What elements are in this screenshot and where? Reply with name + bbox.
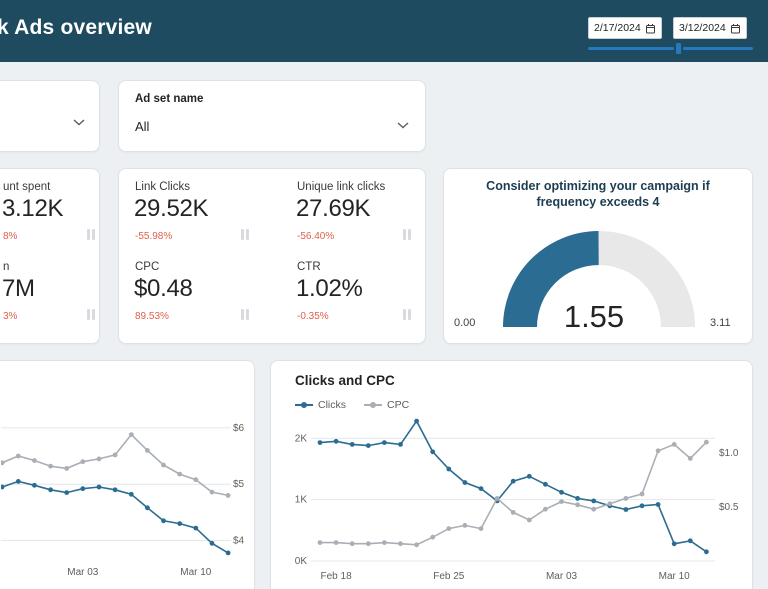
kpi-trend-icon <box>403 309 411 320</box>
gauge-title-line2: frequency exceeds 4 <box>536 195 660 209</box>
gauge-max-label: 3.11 <box>710 317 731 329</box>
date-end-value: 3/12/2024 <box>679 22 726 34</box>
kpi-delta: -0.35% <box>297 311 329 322</box>
filter-dropdown-cropped[interactable] <box>0 80 100 152</box>
kpi-label: Link Clicks <box>135 181 190 193</box>
kpi-trend-icon <box>241 309 249 320</box>
svg-text:Mar 03: Mar 03 <box>67 567 99 578</box>
kpi-label: unt spent <box>3 181 51 193</box>
kpi-trend-icon <box>403 229 411 240</box>
svg-text:$0.5: $0.5 <box>719 502 739 513</box>
dashboard-canvas: k Ads overview 2/17/2024 3/12/2024 Ad se… <box>0 0 768 589</box>
chevron-down-icon[interactable] <box>73 119 85 126</box>
page-title: k Ads overview <box>0 16 152 39</box>
chevron-down-icon[interactable] <box>397 122 409 129</box>
kpi-value: 1.02% <box>296 275 363 302</box>
kpi-label: Unique link clicks <box>297 181 386 193</box>
date-range-slider-track[interactable] <box>588 47 674 50</box>
chart-card-cropped: $6 $5 $4 Mar 03 Mar 10 <box>0 360 255 589</box>
filter-selected-value: All <box>135 119 150 134</box>
filter-dropdown-ad-set[interactable]: Ad set name All <box>118 80 426 152</box>
legend-marker-icon <box>295 402 313 408</box>
gauge-min-label: 0.00 <box>454 317 476 329</box>
date-range-slider-handle[interactable] <box>676 43 681 54</box>
kpi-delta: -55.98% <box>135 231 173 242</box>
svg-text:0K: 0K <box>295 556 308 567</box>
kpi-card-clicks: Link Clicks 29.52K -55.98% Unique link c… <box>118 168 426 344</box>
kpi-delta: 3% <box>3 311 18 322</box>
frequency-gauge-card: Consider optimizing your campaign if fre… <box>443 168 753 344</box>
kpi-value: 3.12K <box>2 195 64 222</box>
date-range-slider-track[interactable] <box>683 47 753 50</box>
kpi-trend-icon <box>241 229 249 240</box>
calendar-icon[interactable] <box>645 23 656 34</box>
date-end-input[interactable]: 3/12/2024 <box>673 17 747 39</box>
svg-text:$5: $5 <box>233 479 245 490</box>
svg-text:Mar 03: Mar 03 <box>546 571 578 582</box>
kpi-value: 29.52K <box>134 195 209 222</box>
svg-text:$1.0: $1.0 <box>719 448 739 459</box>
svg-text:Feb 25: Feb 25 <box>433 571 465 582</box>
kpi-value: 27.69K <box>296 195 371 222</box>
date-start-input[interactable]: 2/17/2024 <box>588 17 662 39</box>
kpi-value: $0.48 <box>134 275 193 302</box>
kpi-delta: 8% <box>3 231 18 242</box>
kpi-trend-icon <box>87 309 95 320</box>
svg-text:Mar 10: Mar 10 <box>180 567 212 578</box>
kpi-trend-icon <box>87 229 95 240</box>
gauge-title-line1: Consider optimizing your campaign if <box>486 179 710 193</box>
gauge-value-label: 1.55 <box>563 299 625 334</box>
svg-text:1K: 1K <box>295 495 308 506</box>
kpi-value: 7M <box>2 275 35 302</box>
line-chart-cropped[interactable]: $6 $5 $4 Mar 03 Mar 10 <box>1 403 255 581</box>
date-start-value: 2/17/2024 <box>594 22 641 34</box>
chart-legend: Clicks CPC <box>295 399 409 411</box>
legend-label: CPC <box>387 399 410 411</box>
kpi-delta: 89.53% <box>135 311 169 322</box>
filter-label: Ad set name <box>135 93 204 105</box>
chart-card-clicks-cpc: Clicks and CPC Clicks CPC 0K 1K 2K $0.5 $1.0… <box>270 360 753 589</box>
calendar-icon[interactable] <box>730 23 741 34</box>
legend-marker-icon <box>364 402 382 408</box>
kpi-label: n <box>3 261 10 273</box>
kpi-delta: -56.40% <box>297 231 335 242</box>
kpi-label: CPC <box>135 261 160 273</box>
legend-label: Clicks <box>318 399 346 411</box>
kpi-card-spend-cropped: unt spent 3.12K 8% n 7M 3% <box>0 168 100 344</box>
legend-item-clicks[interactable]: Clicks <box>295 399 346 411</box>
svg-text:2K: 2K <box>295 433 308 444</box>
legend-item-cpc[interactable]: CPC <box>364 399 409 411</box>
svg-text:$4: $4 <box>233 536 245 547</box>
svg-text:$6: $6 <box>233 423 245 434</box>
kpi-label: CTR <box>297 261 321 273</box>
clicks-cpc-line-chart[interactable]: 0K 1K 2K $0.5 $1.0 Feb 18 Feb 25 Mar 03 Mar 10 <box>281 411 751 589</box>
svg-text:Mar 10: Mar 10 <box>659 571 691 582</box>
svg-text:Feb 18: Feb 18 <box>321 571 353 582</box>
header-bar: k Ads overview 2/17/2024 3/12/2024 <box>0 0 768 62</box>
chart-title: Clicks and CPC <box>295 373 395 388</box>
